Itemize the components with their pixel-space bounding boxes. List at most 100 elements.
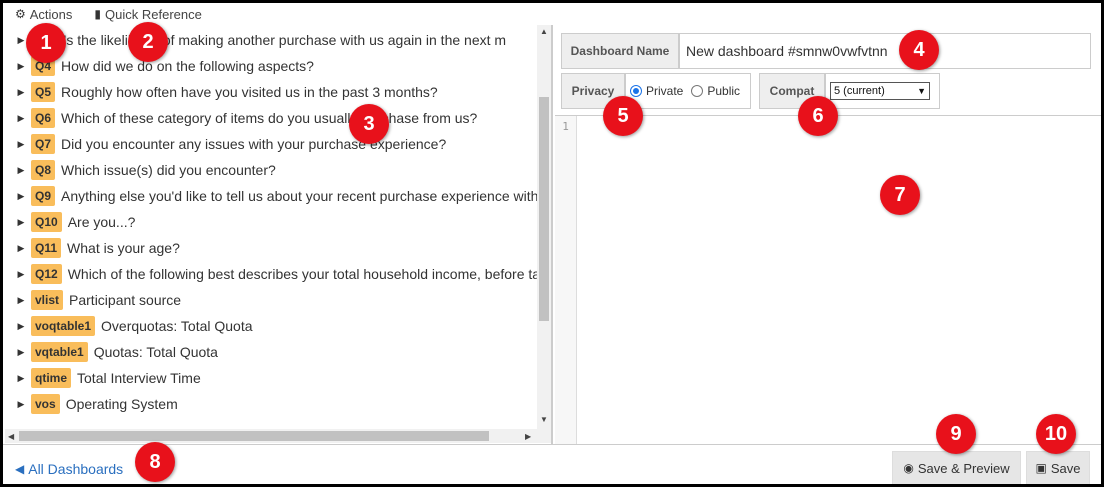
vertical-scrollbar[interactable]: ▲ ▼ [537, 25, 551, 429]
question-list: ▶ What's the likelihood of making anothe… [5, 27, 537, 429]
question-text: Which issue(s) did you encounter? [61, 162, 276, 178]
question-panel: ▶ What's the likelihood of making anothe… [5, 25, 553, 444]
callout-marker-5: 5 [603, 96, 643, 136]
question-text: Which of the following best describes yo… [67, 266, 537, 282]
scroll-left-icon[interactable]: ◀ [8, 432, 14, 441]
dashboard-name-label: Dashboard Name [561, 33, 679, 69]
save-preview-label: Save & Preview [917, 460, 1010, 476]
scroll-down-icon[interactable]: ▼ [540, 415, 548, 424]
question-badge: vqtable1 [31, 342, 88, 362]
expand-arrow-icon[interactable]: ▶ [11, 87, 31, 98]
question-text: Total Interview Time [77, 370, 201, 386]
top-toolbar: ⚙ Actions ▮ Quick Reference [3, 3, 1101, 25]
expand-arrow-icon[interactable]: ▶ [11, 399, 31, 410]
floppy-disk-icon: ▣ [1035, 461, 1047, 475]
question-row[interactable]: ▶ qtime Total Interview Time [5, 365, 201, 391]
private-option-label: Private [646, 84, 684, 98]
back-arrow-icon: ◀ [15, 462, 25, 476]
app-window: ⚙ Actions ▮ Quick Reference ▶ What's the… [0, 0, 1104, 487]
expand-arrow-icon[interactable]: ▶ [11, 61, 31, 72]
question-text: What is your age? [67, 240, 180, 256]
question-row[interactable]: ▶ vqtable1 Quotas: Total Quota [5, 339, 218, 365]
question-row[interactable]: ▶ vlist Participant source [5, 287, 181, 313]
horizontal-scrollbar[interactable]: ◀ ▶ [5, 429, 551, 443]
expand-arrow-icon[interactable]: ▶ [11, 165, 31, 176]
question-row[interactable]: ▶ Q9 Anything else you'd like to tell us… [5, 183, 537, 209]
book-icon: ▮ [94, 7, 102, 21]
question-text: What's the likelihood of making another … [31, 32, 507, 48]
compat-container: 5 (current) ▼ [825, 73, 940, 109]
all-dashboards-link[interactable]: ◀ All Dashboards [15, 461, 123, 477]
public-option-label: Public [707, 84, 741, 98]
question-badge: Q8 [31, 160, 56, 180]
question-badge: Q11 [31, 238, 62, 258]
question-row[interactable]: ▶ What's the likelihood of making anothe… [5, 27, 507, 53]
question-badge: Q12 [31, 264, 62, 284]
callout-marker-4: 4 [899, 30, 939, 70]
actions-label: Actions [29, 6, 73, 22]
scroll-up-icon[interactable]: ▲ [540, 27, 548, 36]
expand-arrow-icon[interactable]: ▶ [11, 269, 31, 280]
private-radio[interactable] [630, 85, 642, 97]
compat-selected-value: 5 (current) [834, 85, 885, 97]
question-badge: vlist [31, 290, 64, 310]
question-text: Overquotas: Total Quota [101, 318, 253, 334]
callout-marker-3: 3 [349, 104, 389, 144]
chevron-down-icon: ▼ [917, 86, 926, 96]
question-text: Did you encounter any issues with your p… [61, 136, 447, 152]
vertical-scroll-thumb[interactable] [539, 97, 549, 321]
question-badge: qtime [31, 368, 72, 388]
question-row[interactable]: ▶ Q5 Roughly how often have you visited … [5, 79, 438, 105]
callout-marker-7: 7 [880, 175, 920, 215]
callout-marker-6: 6 [798, 96, 838, 136]
expand-arrow-icon[interactable]: ▶ [11, 139, 31, 150]
question-row[interactable]: ▶ Q12 Which of the following best descri… [5, 261, 537, 287]
question-text: Which of these category of items do you … [61, 110, 478, 126]
compat-select[interactable]: 5 (current) ▼ [830, 82, 930, 100]
save-preview-button[interactable]: ◉ Save & Preview [892, 451, 1021, 484]
expand-arrow-icon[interactable]: ▶ [11, 243, 31, 254]
question-text: Roughly how often have you visited us in… [61, 84, 438, 100]
expand-arrow-icon[interactable]: ▶ [11, 113, 31, 124]
question-text: How did we do on the following aspects? [61, 58, 314, 74]
question-row[interactable]: ▶ vos Operating System [5, 391, 178, 417]
expand-arrow-icon[interactable]: ▶ [11, 217, 31, 228]
question-row[interactable]: ▶ Q8 Which issue(s) did you encounter? [5, 157, 276, 183]
code-editor[interactable]: 1 [555, 115, 1101, 445]
line-number: 1 [562, 120, 569, 133]
callout-marker-2: 2 [128, 22, 168, 62]
question-badge: Q6 [31, 108, 56, 128]
horizontal-scroll-thumb[interactable] [19, 431, 489, 441]
question-badge: Q10 [31, 212, 62, 232]
quick-reference-label: Quick Reference [105, 6, 202, 22]
callout-marker-8: 8 [135, 442, 175, 482]
question-row[interactable]: ▶ Q11 What is your age? [5, 235, 180, 261]
all-dashboards-label: All Dashboards [28, 461, 124, 477]
callout-marker-1: 1 [26, 23, 66, 63]
quick-reference-link[interactable]: ▮ Quick Reference [94, 7, 201, 22]
question-badge: vos [31, 394, 60, 414]
question-badge: Q7 [31, 134, 56, 154]
scroll-right-icon[interactable]: ▶ [525, 432, 531, 441]
question-badge: Q9 [31, 186, 56, 206]
save-button[interactable]: ▣ Save [1026, 451, 1090, 484]
question-row[interactable]: ▶ Q10 Are you...? [5, 209, 135, 235]
expand-arrow-icon[interactable]: ▶ [11, 191, 31, 202]
question-text: Anything else you'd like to tell us abou… [61, 188, 537, 204]
question-badge: Q5 [31, 82, 56, 102]
question-row[interactable]: ▶ voqtable1 Overquotas: Total Quota [5, 313, 253, 339]
expand-arrow-icon[interactable]: ▶ [11, 347, 31, 358]
dashboard-name-input[interactable] [679, 33, 1091, 69]
callout-marker-9: 9 [936, 414, 976, 454]
actions-menu[interactable]: ⚙ Actions [15, 7, 72, 22]
public-radio[interactable] [691, 85, 704, 97]
question-text: Participant source [69, 292, 182, 308]
question-text: Are you...? [67, 214, 136, 230]
question-row[interactable]: ▶ Q6 Which of these category of items do… [5, 105, 477, 131]
expand-arrow-icon[interactable]: ▶ [11, 373, 31, 384]
gears-icon: ⚙ [15, 7, 26, 21]
expand-arrow-icon[interactable]: ▶ [11, 321, 31, 332]
line-number-gutter: 1 [555, 116, 577, 445]
callout-marker-10: 10 [1036, 414, 1076, 454]
expand-arrow-icon[interactable]: ▶ [11, 295, 31, 306]
